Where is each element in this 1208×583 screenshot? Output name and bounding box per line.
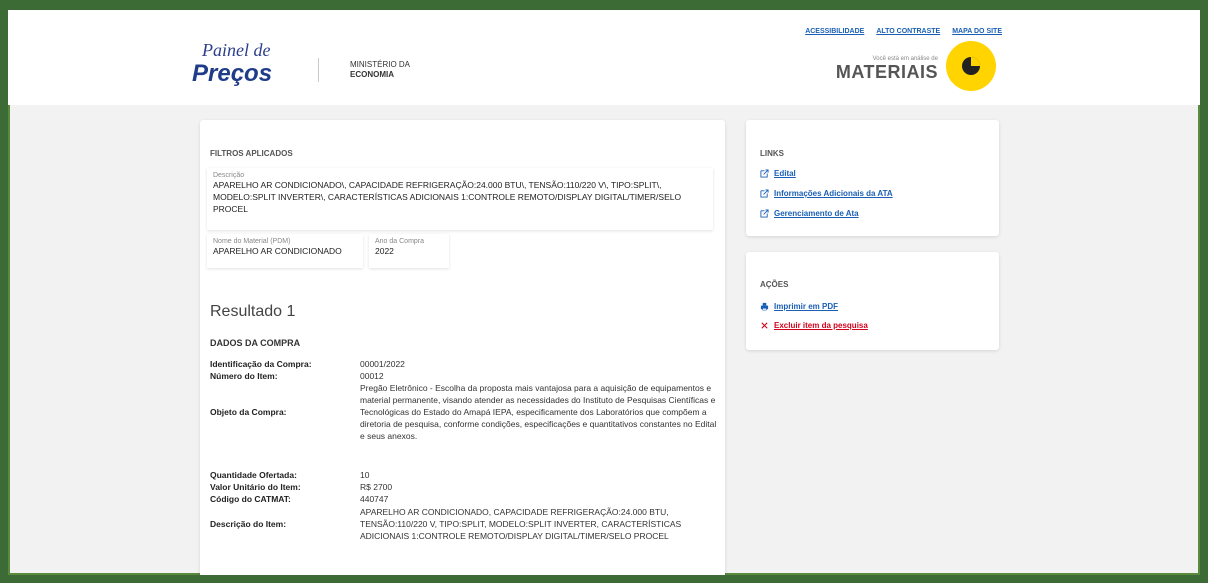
field-row: Descrição do Item: APARELHO AR CONDICION… (210, 506, 720, 542)
field-key: Valor Unitário do Item: (210, 482, 301, 492)
browser-frame: ACESSIBILIDADE ALTO CONTRASTE MAPA DO SI… (8, 10, 1200, 575)
field-key: Quantidade Ofertada: (210, 470, 297, 480)
accessibility-link[interactable]: ACESSIBILIDADE (805, 28, 864, 35)
field-row: Valor Unitário do Item: R$ 2700 (210, 481, 720, 493)
material-name-value: APARELHO AR CONDICIONADO (213, 246, 342, 256)
field-row: Número do Item: 00012 (210, 370, 720, 382)
field-row: Quantidade Ofertada: 10 (210, 469, 720, 481)
field-value: 440747 (360, 494, 389, 504)
external-link-icon (760, 189, 769, 198)
field-row: Código do CATMAT: 440747 (210, 493, 720, 505)
logo-line2: Preços (192, 60, 273, 87)
result-title: Resultado 1 (210, 303, 296, 320)
pie-chart-icon (946, 41, 996, 91)
field-value: 00001/2022 (360, 359, 405, 369)
field-key: Descrição do Item: (210, 519, 287, 529)
links-card: LINKS Edital Informações Adicionais da A… (746, 120, 999, 236)
analysis-category: MATERIAIS (835, 62, 938, 82)
link-label: Edital (774, 169, 796, 178)
actions-card: AÇÕES Imprimir em PDF Excluir item da pe… (746, 252, 999, 350)
site-map-link[interactable]: MAPA DO SITE (952, 28, 1002, 35)
actions-title: AÇÕES (760, 280, 789, 289)
edital-link[interactable]: Edital (760, 169, 796, 178)
field-value: Pregão Eletrônico - Escolha da proposta … (360, 383, 717, 441)
external-link-icon (760, 209, 769, 218)
accessibility-links: ACESSIBILIDADE ALTO CONTRASTE MAPA DO SI… (805, 28, 1002, 35)
purchase-year-value: 2022 (375, 246, 394, 256)
close-icon (761, 322, 768, 329)
purchase-year-filter: Ano da Compra 2022 (369, 234, 449, 268)
field-value: 10 (360, 470, 370, 480)
link-label: Gerenciamento de Ata (774, 209, 859, 218)
ministry-line2: ECONOMIA (350, 70, 394, 79)
purchase-data-title: DADOS DA COMPRA (210, 338, 301, 348)
site-header: ACESSIBILIDADE ALTO CONTRASTE MAPA DO SI… (8, 10, 1200, 105)
painel-de-precos-logo[interactable]: Painel de Preços (192, 40, 302, 100)
printer-icon (760, 302, 769, 311)
remove-label: Excluir item da pesquisa (774, 321, 868, 330)
high-contrast-link[interactable]: ALTO CONTRASTE (876, 28, 940, 35)
material-name-filter: Nome do Material (PDM) APARELHO AR CONDI… (207, 234, 363, 268)
description-label: Descrição (213, 172, 245, 179)
field-key: Código do CATMAT: (210, 494, 291, 504)
field-value: 00012 (360, 371, 384, 381)
ata-management-link[interactable]: Gerenciamento de Ata (760, 209, 859, 218)
field-value: R$ 2700 (360, 482, 393, 492)
analysis-indicator: Você está em análise de MATERIAIS (836, 56, 938, 83)
header-divider (318, 58, 319, 82)
ministry-logo: MINISTÉRIO DA ECONOMIA (350, 60, 410, 80)
link-label: Informações Adicionais da ATA (774, 189, 893, 198)
field-value: APARELHO AR CONDICIONADO, CAPACIDADE REF… (360, 507, 682, 541)
links-title: LINKS (760, 149, 784, 158)
field-key: Identificação da Compra: (210, 359, 312, 369)
logo-line1: Painel de (202, 40, 271, 60)
field-row: Identificação da Compra: 00001/2022 (210, 358, 720, 370)
ministry-line1: MINISTÉRIO DA (350, 60, 411, 69)
description-value: APARELHO AR CONDICIONADO\, CAPACIDADE RE… (213, 180, 682, 214)
purchase-year-label: Ano da Compra (375, 238, 425, 245)
results-card: FILTROS APLICADOS Descrição APARELHO AR … (200, 120, 725, 575)
description-filter: Descrição APARELHO AR CONDICIONADO\, CAP… (207, 168, 713, 230)
material-name-label: Nome do Material (PDM) (213, 238, 291, 245)
filters-title: FILTROS APLICADOS (210, 149, 293, 158)
field-row: Objeto da Compra: Pregão Eletrônico - Es… (210, 382, 720, 442)
field-key: Objeto da Compra: (210, 407, 287, 417)
print-label: Imprimir em PDF (774, 302, 839, 311)
field-key: Número do Item: (210, 371, 278, 381)
remove-item-button[interactable]: Excluir item da pesquisa (760, 321, 868, 330)
external-link-icon (760, 169, 769, 178)
print-pdf-button[interactable]: Imprimir em PDF (760, 302, 838, 311)
additional-info-link[interactable]: Informações Adicionais da ATA (760, 189, 893, 198)
